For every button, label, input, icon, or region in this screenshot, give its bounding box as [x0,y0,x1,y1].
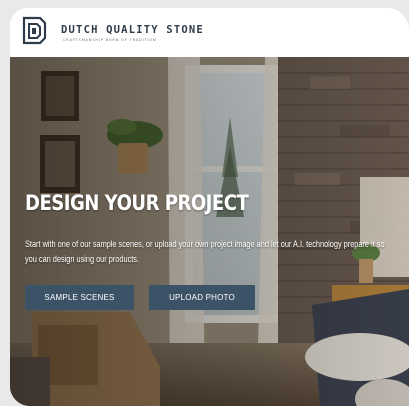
upload-photo-button[interactable]: UPLOAD PHOTO [149,285,255,310]
dutch-quality-stone-logo-icon[interactable] [20,16,47,46]
site-header: DUTCH QUALITY STONE CRAFTSMANSHIP BORN O… [10,8,409,57]
brand-name[interactable]: DUTCH QUALITY STONE [61,24,204,36]
brand-tagline: CRAFTSMANSHIP BORN OF TRADITION [63,38,157,42]
hero-section: DESIGN YOUR PROJECT Start with one of ou… [10,57,409,406]
hero-title: DESIGN YOUR PROJECT [25,191,249,215]
app-frame: DUTCH QUALITY STONE CRAFTSMANSHIP BORN O… [10,8,409,406]
hero-description: Start with one of our sample scenes, or … [25,239,385,264]
hero-room-background [10,57,409,406]
sample-scenes-button[interactable]: SAMPLE SCENES [25,285,134,310]
